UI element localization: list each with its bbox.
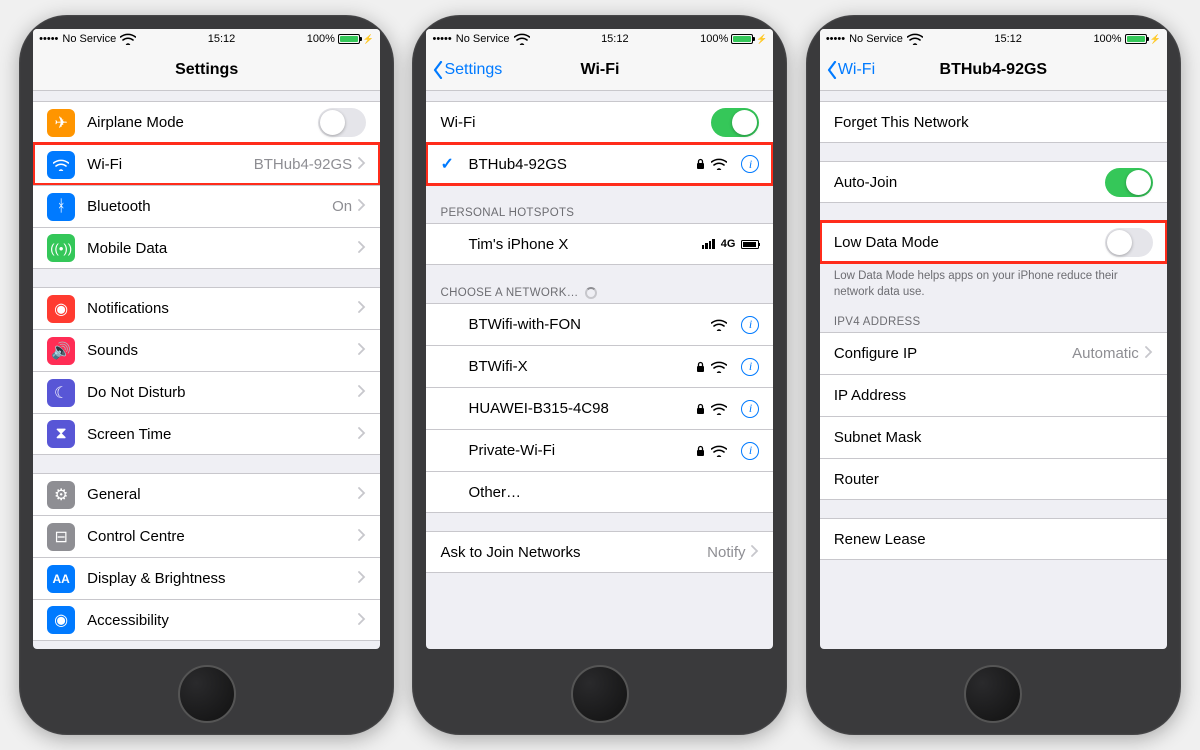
navbar: Settings Wi-Fi xyxy=(426,49,773,91)
chevron-right-icon xyxy=(358,300,366,317)
cell-hotspot[interactable]: Tim's iPhone X 4G xyxy=(426,223,773,265)
low-data-switch[interactable] xyxy=(1105,228,1153,257)
section-hotspots: PERSONAL HOTSPOTS xyxy=(426,203,773,223)
page-title: Settings xyxy=(175,61,238,79)
info-button[interactable]: i xyxy=(741,155,759,173)
wifi-signal-icon xyxy=(711,445,727,457)
section-ipv4: IPV4 ADDRESS xyxy=(820,312,1167,332)
phone-settings: •••••No Service 15:12 100%⚡ Settings ✈︎ … xyxy=(19,15,394,735)
back-button[interactable]: Wi-Fi xyxy=(826,49,875,90)
chevron-right-icon xyxy=(358,528,366,545)
page-title: BTHub4-92GS xyxy=(940,61,1048,79)
bluetooth-icon: ᚼ xyxy=(47,193,75,221)
chevron-right-icon xyxy=(358,384,366,401)
cell-renew-lease[interactable]: Renew Lease xyxy=(820,518,1167,560)
notifications-icon: ◉ xyxy=(47,295,75,323)
info-button[interactable]: i xyxy=(741,442,759,460)
chevron-right-icon xyxy=(358,570,366,587)
cell-dnd[interactable]: ☾ Do Not Disturb xyxy=(33,371,380,413)
sounds-icon: 🔊 xyxy=(47,337,75,365)
cell-router: Router xyxy=(820,458,1167,500)
phone-wifi-list: •••••No Service 15:12 100%⚡ Settings Wi-… xyxy=(412,15,787,735)
info-button[interactable]: i xyxy=(741,400,759,418)
cell-network[interactable]: BTWifi-X i xyxy=(426,345,773,387)
battery-icon xyxy=(741,240,759,249)
cell-general[interactable]: ⚙︎ General xyxy=(33,473,380,515)
cell-network[interactable]: HUAWEI-B315-4C98 i xyxy=(426,387,773,429)
lock-icon xyxy=(696,445,705,457)
airplane-switch[interactable] xyxy=(318,108,366,137)
gear-icon: ⚙︎ xyxy=(47,481,75,509)
status-bar: •••••No Service 15:12 100%⚡ xyxy=(426,29,773,49)
cell-screen-time[interactable]: ⧗ Screen Time xyxy=(33,413,380,455)
navbar: Wi-Fi BTHub4-92GS xyxy=(820,49,1167,91)
cell-other-network[interactable]: Other… xyxy=(426,471,773,513)
chevron-right-icon xyxy=(358,612,366,629)
accessibility-icon: ◉ xyxy=(47,606,75,634)
chevron-right-icon xyxy=(358,486,366,503)
cell-airplane-mode[interactable]: ✈︎ Airplane Mode xyxy=(33,101,380,143)
info-button[interactable]: i xyxy=(741,316,759,334)
low-data-footer: Low Data Mode helps apps on your iPhone … xyxy=(820,263,1167,304)
chevron-right-icon xyxy=(358,156,366,173)
cell-configure-ip[interactable]: Configure IP Automatic xyxy=(820,332,1167,374)
wifi-icon xyxy=(120,33,136,45)
cell-bluetooth[interactable]: ᚼ Bluetooth On xyxy=(33,185,380,227)
wifi-signal-icon xyxy=(711,403,727,415)
hourglass-icon: ⧗ xyxy=(47,420,75,448)
status-bar: •••••No Service 15:12 100%⚡ xyxy=(33,29,380,49)
airplane-icon: ✈︎ xyxy=(47,109,75,137)
lock-icon xyxy=(696,361,705,373)
cellular-bars-icon xyxy=(702,239,715,249)
cell-ask-to-join[interactable]: Ask to Join Networks Notify xyxy=(426,531,773,573)
cell-wifi-toggle[interactable]: Wi-Fi xyxy=(426,101,773,143)
chevron-right-icon xyxy=(358,240,366,257)
chevron-right-icon xyxy=(751,544,759,561)
lock-icon xyxy=(696,158,705,170)
cell-low-data-mode[interactable]: Low Data Mode xyxy=(820,221,1167,263)
cell-display[interactable]: AA Display & Brightness xyxy=(33,557,380,599)
cell-forget-network[interactable]: Forget This Network xyxy=(820,101,1167,143)
page-title: Wi-Fi xyxy=(581,61,620,79)
cell-accessibility[interactable]: ◉ Accessibility xyxy=(33,599,380,641)
status-bar: •••••No Service 15:12 100%⚡ xyxy=(820,29,1167,49)
cell-ip-address: IP Address xyxy=(820,374,1167,416)
cell-subnet-mask: Subnet Mask xyxy=(820,416,1167,458)
status-time: 15:12 xyxy=(208,33,236,45)
cell-network[interactable]: Private-Wi-Fi i xyxy=(426,429,773,471)
cell-connected-network[interactable]: BTHub4-92GS i xyxy=(426,143,773,185)
wifi-signal-icon xyxy=(711,319,727,331)
cell-control-centre[interactable]: ⊟ Control Centre xyxy=(33,515,380,557)
chevron-right-icon xyxy=(1145,345,1153,362)
auto-join-switch[interactable] xyxy=(1105,168,1153,197)
info-button[interactable]: i xyxy=(741,358,759,376)
wifi-switch[interactable] xyxy=(711,108,759,137)
phone-network-detail: •••••No Service 15:12 100%⚡ Wi-Fi BTHub4… xyxy=(806,15,1181,735)
lock-icon xyxy=(696,403,705,415)
moon-icon: ☾ xyxy=(47,379,75,407)
cell-notifications[interactable]: ◉ Notifications xyxy=(33,287,380,329)
navbar: Settings xyxy=(33,49,380,91)
chevron-right-icon xyxy=(358,198,366,215)
cell-wifi[interactable]: Wi-Fi BTHub4-92GS xyxy=(33,143,380,185)
cell-sounds[interactable]: 🔊 Sounds xyxy=(33,329,380,371)
cell-network[interactable]: BTWifi-with-FON i xyxy=(426,303,773,345)
cell-auto-join[interactable]: Auto-Join xyxy=(820,161,1167,203)
sliders-icon: ⊟ xyxy=(47,523,75,551)
wifi-signal-icon xyxy=(711,361,727,373)
chevron-right-icon xyxy=(358,426,366,443)
wifi-signal-icon xyxy=(711,158,727,170)
spinner-icon xyxy=(585,287,597,299)
antenna-icon: ((•)) xyxy=(47,234,75,262)
cell-mobile-data[interactable]: ((•)) Mobile Data xyxy=(33,227,380,269)
text-size-icon: AA xyxy=(47,565,75,593)
section-choose: CHOOSE A NETWORK… xyxy=(426,283,773,303)
wifi-icon xyxy=(47,151,75,179)
chevron-right-icon xyxy=(358,342,366,359)
back-button[interactable]: Settings xyxy=(432,49,502,90)
